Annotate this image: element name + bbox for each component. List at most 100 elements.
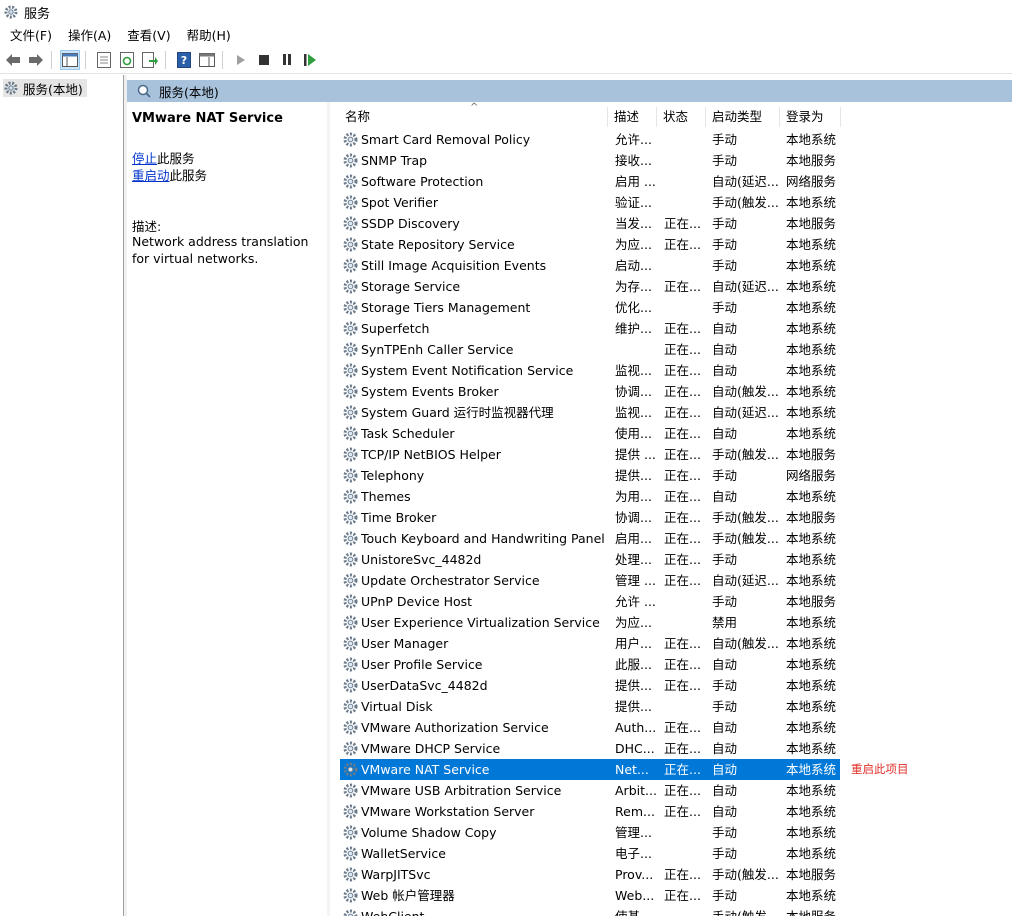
properties-button[interactable] [94,50,114,70]
service-row[interactable]: Volume Shadow Copy 管理... 手动 本地系统 [340,822,840,843]
service-name-cell: User Profile Service [361,657,483,672]
service-startup-type-cell: 自动 [712,489,738,504]
service-row[interactable]: Superfetch 维护... 正在... 自动 本地系统 [340,318,840,339]
service-description-cell [615,339,659,360]
service-name-cell: SynTPEnh Caller Service [361,342,514,357]
service-row[interactable]: VMware Workstation Server Rem... 正在... 自动 本地… [340,801,840,822]
service-status-cell: 正在... [664,888,701,903]
service-row[interactable]: Still Image Acquisition Events 启动... 手动 本地系… [340,255,840,276]
service-row[interactable]: WalletService 电子... 手动 本地系统 [340,843,840,864]
service-logon-cell: 本地系统 [786,258,837,273]
service-startup-type-cell: 手动 [712,153,738,168]
service-name-cell: System Events Broker [361,384,499,399]
service-description-cell: 优化... [615,300,652,315]
service-status-cell: 正在... [664,867,701,882]
service-row[interactable]: VMware NAT Service Net... 正在... 自动 本地系统 [340,759,840,780]
service-row[interactable]: TCP/IP NetBIOS Helper 提供 ... 正在... 手动(触发...… [340,444,840,465]
back-button[interactable] [3,50,23,70]
service-logon-cell: 本地系统 [786,699,837,714]
service-row[interactable]: State Repository Service 为应... 正在... 手动 本地系统 [340,234,840,255]
service-name-cell: Superfetch [361,321,430,336]
restart-button[interactable] [300,50,320,70]
restart-service-suffix: 此服务 [169,168,208,183]
show-tree-button[interactable] [60,49,80,70]
start-button[interactable] [231,50,251,70]
service-row[interactable]: VMware DHCP Service DHC... 正在... 自动 本地系统 [340,738,840,759]
column-header-description[interactable]: 描述 [609,107,657,127]
service-row[interactable]: UPnP Device Host 允许 ... 手动 本地服务 [340,591,840,612]
service-row[interactable]: WarpJITSvc Prov... 正在... 手动(触发... 本地服务 [340,864,840,885]
service-row[interactable]: UserDataSvc_4482d 提供... 正在... 手动 本地系统 [340,675,840,696]
service-status-cell [664,906,708,916]
column-header-logon-as[interactable]: 登录为 [781,107,841,127]
service-description-cell: 提供... [615,699,652,714]
service-gear-icon [343,720,358,735]
menu-file[interactable]: 文件(F) [10,25,52,44]
pause-icon [283,54,291,65]
service-row[interactable]: Web 帐户管理器 Web... 正在... 手动 本地系统 [340,885,840,906]
column-header-name[interactable]: 名称 [340,107,608,127]
stop-icon [259,54,269,65]
export-button[interactable] [140,50,160,70]
service-name-cell: UPnP Device Host [361,594,473,609]
service-startup-type-cell: 手动 [712,258,738,273]
service-row[interactable]: System Event Notification Service 监视... 正在… [340,360,840,381]
service-startup-type-cell: 手动 [712,468,738,483]
menu-action[interactable]: 操作(A) [68,25,111,44]
menu-view[interactable]: 查看(V) [127,25,170,44]
service-row[interactable]: VMware Authorization Service Auth... 正在...… [340,717,840,738]
service-logon-cell: 本地系统 [786,132,837,147]
help-button[interactable]: ? [174,50,194,70]
service-row[interactable]: Time Broker 协调... 正在... 手动(触发... 本地服务 [340,507,840,528]
service-row[interactable]: User Experience Virtualization Service 为应… [340,612,840,633]
service-row[interactable]: Software Protection 启用 ... 自动(延迟... 网络服务 [340,171,840,192]
service-row[interactable]: Touch Keyboard and Handwriting Panel ...… [340,528,840,549]
pause-button[interactable] [277,50,297,70]
service-row[interactable]: Themes 为用... 正在... 自动 本地系统 [340,486,840,507]
stop-button[interactable] [254,50,274,70]
service-name-cell: Task Scheduler [361,426,455,441]
service-row[interactable]: VMware USB Arbitration Service Arbit... 正在… [340,780,840,801]
service-row[interactable]: User Profile Service 此服... 正在... 自动 本地系统 [340,654,840,675]
service-gear-icon [343,489,358,504]
service-gear-icon [343,552,358,567]
service-row[interactable]: UnistoreSvc_4482d 处理... 正在... 手动 本地系统 [340,549,840,570]
service-row[interactable]: Spot Verifier 验证... 手动(触发... 本地系统 [340,192,840,213]
service-row[interactable]: Smart Card Removal Policy 允许... 手动 本地系统 [340,129,840,150]
menu-help[interactable]: 帮助(H) [187,25,231,44]
restart-service-link[interactable]: 重启动 [132,168,170,183]
service-status-cell [664,822,708,843]
service-startup-type-cell: 自动 [712,741,738,756]
service-description-cell: Auth... [615,720,657,735]
service-row[interactable]: System Guard 运行时监视器代理 监视... 正在... 自动(延迟... 本… [340,402,840,423]
service-row[interactable]: Virtual Disk 提供... 手动 本地系统 [340,696,840,717]
service-row[interactable]: Task Scheduler 使用... 正在... 自动 本地系统 [340,423,840,444]
service-row[interactable]: SSDP Discovery 当发... 正在... 手动 本地服务 [340,213,840,234]
refresh-button[interactable] [117,50,137,70]
service-row[interactable]: Update Orchestrator Service 管理 ... 正在... 自动… [340,570,840,591]
stop-service-link[interactable]: 停止 [132,151,157,166]
view-button[interactable] [197,50,217,70]
service-logon-cell: 本地系统 [786,342,837,357]
service-gear-icon [343,363,358,378]
column-header-status[interactable]: 状态 [658,107,706,127]
restart-service-action: 重启动此服务 [132,165,207,184]
service-status-cell [664,591,708,612]
service-row[interactable]: System Events Broker 协调... 正在... 自动(触发... 本地… [340,381,840,402]
service-row[interactable]: SNMP Trap 接收... 手动 本地服务 [340,150,840,171]
console-tree: 服务(本地) [0,75,124,916]
service-row[interactable]: Telephony 提供... 正在... 手动 网络服务 [340,465,840,486]
service-row[interactable]: Storage Tiers Management 优化... 手动 本地系统 [340,297,840,318]
column-header-startup-type[interactable]: 启动类型 [707,107,780,127]
service-description-cell: 为用... [615,489,652,504]
service-row[interactable]: Storage Service 为存... 正在... 自动(延迟... 本地系统 [340,276,840,297]
service-row[interactable]: SynTPEnh Caller Service 正在... 自动 本地系统 [340,339,840,360]
forward-button[interactable] [26,50,46,70]
service-row[interactable]: WebClient 使基... 手动(触发... 本地服务 [340,906,840,916]
tree-item-services-local[interactable]: 服务(本地) [3,79,87,97]
service-logon-cell: 本地系统 [786,846,837,861]
service-gear-icon [343,846,358,861]
service-startup-type-cell: 手动(触发... [712,867,778,882]
service-row[interactable]: User Manager 用户... 正在... 自动(触发... 本地系统 [340,633,840,654]
service-logon-cell: 本地系统 [786,426,837,441]
